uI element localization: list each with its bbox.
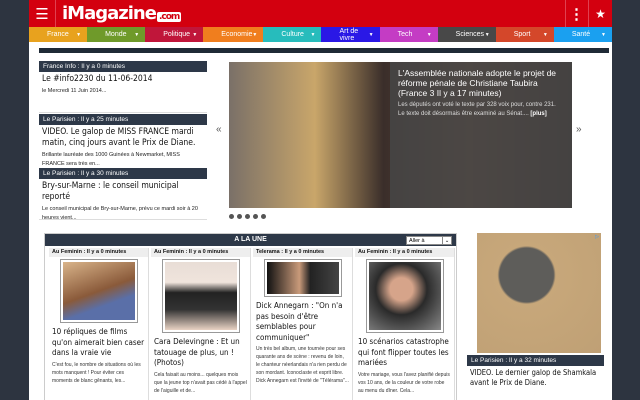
article-image[interactable] — [161, 259, 240, 333]
nav-item[interactable]: Politique ▼ — [145, 27, 204, 42]
article-desc: Cela faisait au moins... quelques mois q… — [154, 371, 247, 394]
star-add-icon[interactable]: ★ — [588, 0, 612, 27]
side-news-item[interactable]: Le Parisien : Il y a 32 minutes VIDEO. L… — [467, 355, 604, 390]
nav-item[interactable]: Santé ▼ — [553, 27, 612, 42]
nav-label: Culture — [281, 31, 304, 38]
article-source: Au Feminin : Il y a 0 minutes — [355, 248, 454, 257]
side-news-item[interactable]: Le Parisien : Il y a 25 minutes VIDEO. L… — [39, 114, 207, 169]
a-la-une-section: A LA UNE Aller à ⌄ Au Feminin : Il y a 0 … — [44, 233, 457, 400]
goto-select-value: Aller à — [409, 238, 425, 244]
nav-label: Politique — [163, 31, 191, 38]
article-desc: C'est fou, le nombre de situations où le… — [52, 361, 141, 384]
news-source: France Info : Il y a 0 minutes — [39, 61, 207, 72]
article-title[interactable]: Dick Annegarn : "On n'a pas besoin d'êtr… — [256, 301, 349, 343]
article-desc: Un très bel album, une tournée pour ses … — [256, 346, 349, 384]
news-title[interactable]: VIDEO. Le dernier galop de Shamkala avan… — [470, 368, 601, 388]
slider-dot[interactable] — [229, 214, 234, 219]
news-title[interactable]: Le #info2230 du 11-06-2014 — [42, 74, 204, 85]
caret-down-icon[interactable]: ▼ — [427, 32, 432, 38]
article-image[interactable] — [365, 259, 444, 333]
slider-dot[interactable] — [237, 214, 242, 219]
news-desc: Brillante lauréate des 1000 Guinées à Ne… — [42, 152, 180, 167]
slider-prev-button[interactable]: « — [216, 124, 222, 135]
une-article[interactable]: Telerama : Il y a 0 minutes Dick Annegarn… — [253, 248, 353, 400]
nav-label: Monde — [105, 31, 127, 38]
caret-down-icon[interactable]: ▼ — [369, 32, 374, 38]
slider-dot[interactable] — [245, 214, 250, 219]
more-link[interactable]: [plus] — [530, 111, 546, 117]
article-title[interactable]: 10 scénarios catastrophe qui font flippe… — [358, 337, 451, 369]
nav-label: Tech — [397, 31, 413, 38]
hamburger-icon[interactable]: ☰ — [29, 0, 56, 27]
slider-caption: L'Assemblée nationale adopte le projet d… — [390, 62, 572, 208]
article-desc: Votre mariage, vous l'avez planifié depu… — [358, 371, 450, 394]
caret-down-icon[interactable]: ▼ — [76, 32, 81, 38]
category-nav: France ▼ Monde ▼ Politique ▼ Economie ▼ Culture ▼… — [29, 27, 612, 42]
article-source: Au Feminin : Il y a 0 minutes — [49, 248, 148, 257]
article-title[interactable]: 10 répliques de films qu'on aimerait bie… — [52, 327, 145, 359]
une-article[interactable]: Au Feminin : Il y a 0 minutes Cara Delevi… — [151, 248, 251, 400]
slider-dot[interactable] — [261, 214, 266, 219]
kebab-icon[interactable]: ⋮ — [565, 0, 587, 27]
slider-title[interactable]: L'Assemblée nationale adopte le projet d… — [398, 68, 564, 98]
news-title[interactable]: Bry-sur-Marne : le conseil municipal rep… — [42, 181, 204, 203]
nav-label: France — [47, 31, 69, 38]
slider-dot[interactable] — [253, 214, 258, 219]
nav-item[interactable]: Economie ▼ — [203, 27, 264, 42]
article-image[interactable] — [59, 259, 138, 323]
caret-down-icon[interactable]: ▼ — [252, 32, 257, 38]
section-title: A LA UNE — [234, 236, 267, 243]
article-title[interactable]: Cara Delevingne : Et un tatouage de plus… — [154, 337, 247, 369]
news-desc: Le conseil municipal de Bry-sur-Marne, p… — [42, 206, 198, 221]
side-news-item[interactable]: France Info : Il y a 0 minutes Le #info2… — [39, 61, 207, 96]
goto-select[interactable]: Aller à ⌄ — [406, 236, 452, 245]
caret-down-icon[interactable]: ▼ — [134, 32, 139, 38]
nav-label: Sciences — [455, 31, 485, 38]
une-article[interactable]: Au Feminin : Il y a 0 minutes 10 scénario… — [355, 248, 455, 400]
logo-suffix: .com — [156, 12, 182, 22]
news-desc: le Mercredi 11 Juin 2014... — [42, 88, 107, 94]
nav-item[interactable]: Art de vivre ▼ — [321, 27, 380, 42]
article-source: Telerama : Il y a 0 minutes — [253, 248, 352, 257]
caret-down-icon[interactable]: ▼ — [601, 32, 606, 38]
header: ☰ iMagazine .com ⋮ ★ — [29, 0, 612, 27]
nav-label: Sport — [513, 31, 531, 38]
nav-label: Art de vivre — [339, 27, 359, 42]
logo-text: iMagazine — [62, 3, 157, 24]
advertisement[interactable]: ▷ — [477, 233, 601, 353]
nav-item[interactable]: Sciences ▼ — [437, 27, 496, 42]
slider-dots — [229, 214, 266, 219]
news-source: Le Parisien : Il y a 32 minutes — [467, 355, 604, 366]
divider — [39, 112, 207, 113]
caret-down-icon[interactable]: ▼ — [485, 32, 490, 38]
adchoices-icon[interactable]: ▷ — [595, 234, 599, 240]
nav-item[interactable]: Monde ▼ — [87, 27, 146, 42]
side-news-item[interactable]: Le Parisien : Il y a 30 minutes Bry-sur-… — [39, 168, 207, 223]
article-image[interactable] — [263, 259, 342, 297]
logo[interactable]: iMagazine .com — [62, 3, 182, 24]
caret-down-icon[interactable]: ▼ — [543, 32, 548, 38]
divider — [39, 219, 207, 220]
page: ☰ iMagazine .com ⋮ ★ France ▼ Monde ▼ Politiq… — [29, 0, 612, 400]
news-title[interactable]: VIDEO. Le galop de MISS FRANCE mardi mat… — [42, 127, 204, 149]
nav-item[interactable]: France ▼ — [29, 27, 88, 42]
section-header: A LA UNE Aller à ⌄ — [45, 234, 456, 246]
chevron-down-icon: ⌄ — [442, 237, 451, 244]
news-source: Le Parisien : Il y a 30 minutes — [39, 168, 207, 179]
featured-slider[interactable]: L'Assemblée nationale adopte le projet d… — [229, 62, 572, 208]
nav-label: Economie — [221, 31, 253, 38]
nav-item[interactable]: Tech ▼ — [379, 27, 438, 42]
article-source: Au Feminin : Il y a 0 minutes — [151, 248, 250, 257]
une-article[interactable]: Au Feminin : Il y a 0 minutes 10 réplique… — [49, 248, 149, 400]
nav-label: Santé — [571, 31, 591, 38]
caret-down-icon[interactable]: ▼ — [311, 32, 316, 38]
nav-item[interactable]: Culture ▼ — [263, 27, 322, 42]
nav-item[interactable]: Sport ▼ — [495, 27, 554, 42]
top-divider — [39, 48, 609, 53]
news-source: Le Parisien : Il y a 25 minutes — [39, 114, 207, 125]
slider-next-button[interactable]: » — [576, 124, 582, 135]
caret-down-icon[interactable]: ▼ — [192, 32, 197, 38]
